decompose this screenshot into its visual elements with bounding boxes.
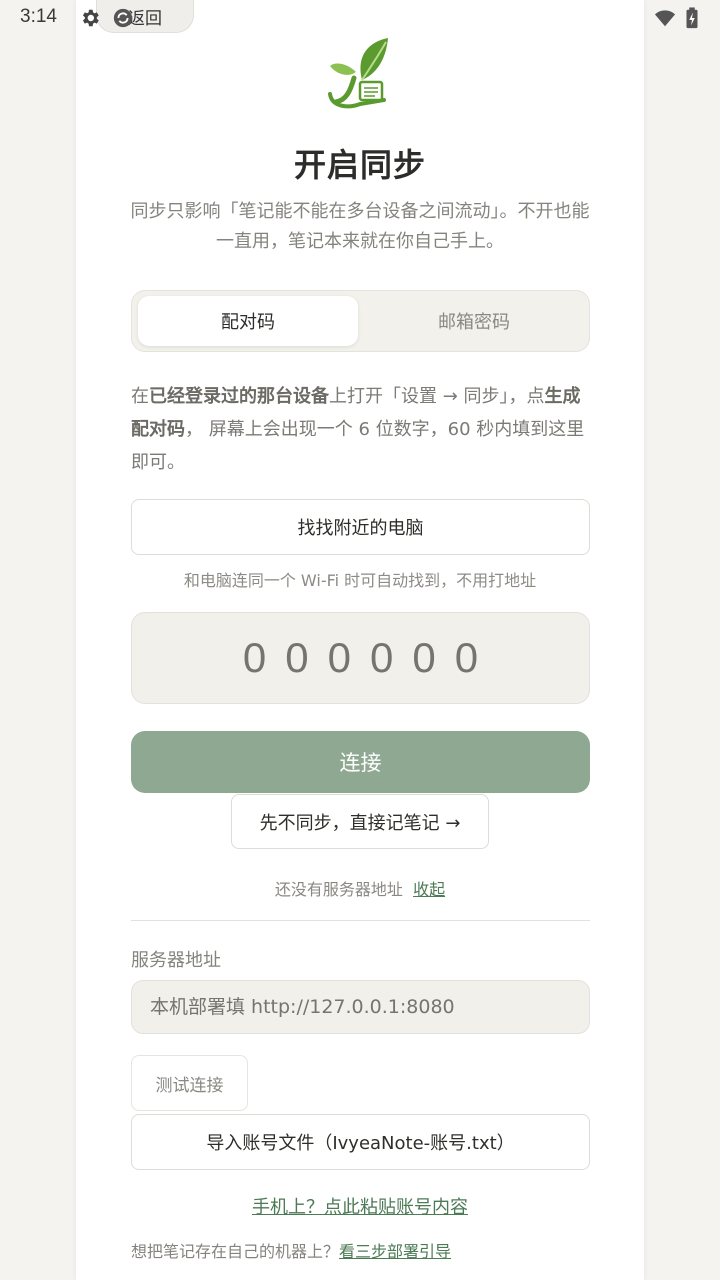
find-nearby-button[interactable]: 找找附近的电脑 (131, 499, 590, 555)
paste-account-link[interactable]: 手机上？点此粘贴账号内容 (252, 1197, 468, 1218)
wifi-icon (654, 7, 676, 29)
gear-icon (79, 7, 101, 29)
skip-sync-button[interactable]: 先不同步，直接记笔记 → (231, 794, 489, 849)
tab-pairing-code[interactable]: 配对码 (138, 296, 358, 346)
nearby-hint: 和电脑连同一个 Wi-Fi 时可自动找到，不用打地址 (183, 571, 537, 590)
footer-row: 想把笔记存在自己的机器上？看三步部署引导 (131, 1238, 451, 1262)
deploy-guide-link[interactable]: 看三步部署引导 (339, 1242, 451, 1261)
divider (131, 920, 590, 921)
pairing-instructions: 在已经登录过的那台设备上打开「设置 → 同步」，点生成配对码， 屏幕上会出现一个… (131, 380, 593, 479)
server-address-label: 服务器地址 (131, 950, 221, 971)
app-logo (326, 34, 392, 112)
page-title: 开启同步 (293, 146, 426, 184)
server-toggle-row: 还没有服务器地址 收起 (76, 876, 644, 900)
import-account-file-button[interactable]: 导入账号文件（IvyeaNote-账号.txt） (131, 1114, 590, 1170)
paste-account-row: 手机上？点此粘贴账号内容 (76, 1193, 644, 1219)
tab-email-password[interactable]: 邮箱密码 (364, 296, 584, 346)
instructions-bold-1: 已经登录过的那台设备 (149, 386, 329, 407)
connect-button[interactable]: 连接 (131, 731, 590, 793)
footer-text: 想把笔记存在自己的机器上？ (131, 1242, 340, 1261)
test-connection-button[interactable]: 测试连接 (131, 1055, 248, 1111)
pairing-code-input[interactable]: 000000 (131, 612, 590, 704)
instructions-text-2: 上打开「设置 → 同步」，点 (329, 386, 545, 407)
server-address-input[interactable] (131, 980, 590, 1034)
sync-icon (112, 7, 134, 29)
battery-charging-icon (684, 7, 706, 29)
instructions-text-3: ， 屏幕上会出现一个 6 位数字，60 秒内填到这里即可。 (131, 419, 585, 473)
page-subtitle: 同步只影响「笔记能不能在多台设备之间流动」。不开也能一直用，笔记本来就在你自己手… (130, 201, 590, 252)
login-method-tabs: 配对码 邮箱密码 (131, 290, 590, 352)
status-time: 3:14 (20, 6, 57, 27)
server-toggle-text: 还没有服务器地址 (274, 880, 403, 899)
collapse-link[interactable]: 收起 (413, 880, 445, 899)
instructions-text-1: 在 (131, 386, 149, 407)
status-bar: 3:14 (0, 0, 720, 36)
